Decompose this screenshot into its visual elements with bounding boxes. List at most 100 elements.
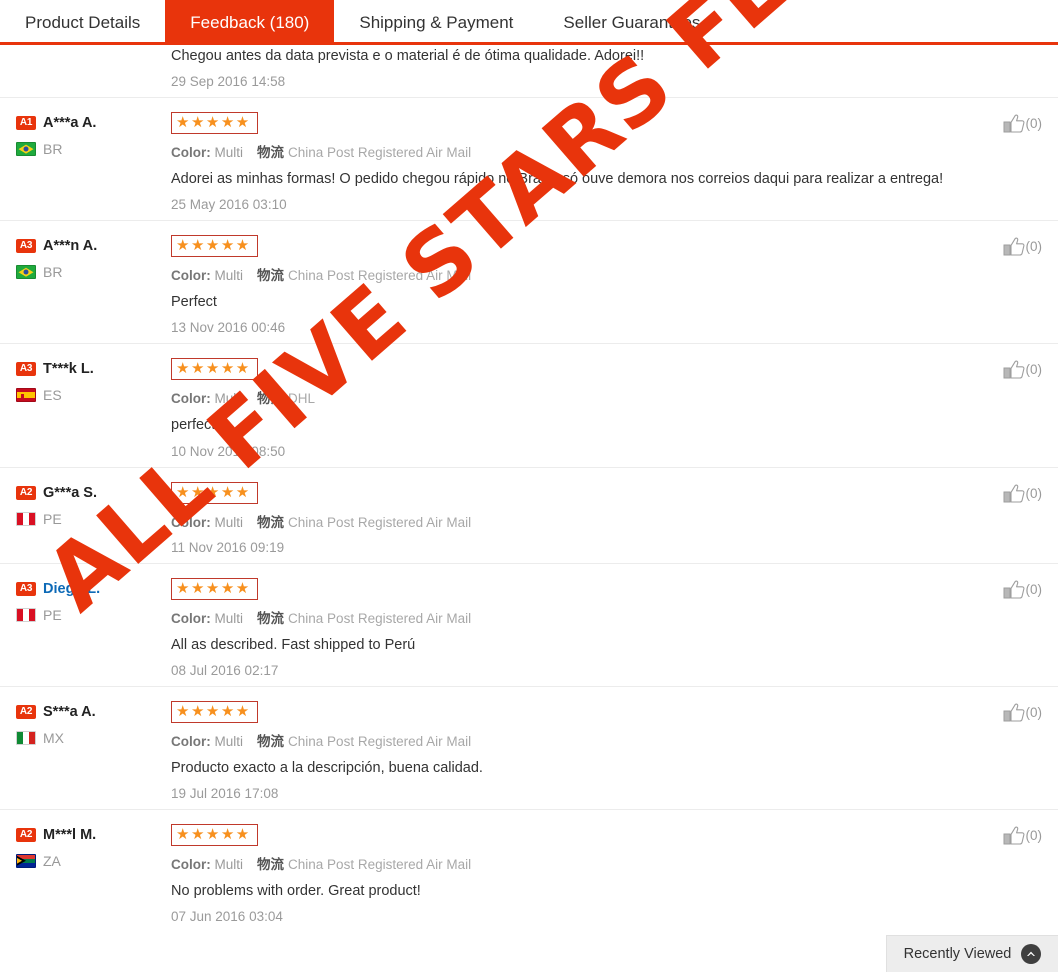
review-user-column: A3 A***n A. BR	[16, 235, 171, 335]
review-date: 07 Jun 2016 03:04	[171, 908, 283, 924]
reviewer-country: PE	[16, 607, 171, 623]
color-label: Color:	[171, 733, 211, 749]
logistics-label: 物流	[257, 856, 285, 873]
review-text: Perfect	[171, 294, 217, 311]
reviewer-country: MX	[16, 730, 171, 746]
recently-viewed-button[interactable]: Recently Viewed	[886, 935, 1058, 972]
tab-feedback-180[interactable]: Feedback (180)	[165, 0, 335, 45]
review-date: 13 Nov 2016 00:46	[171, 320, 286, 336]
review-row: A3 T***k L. ES ★★★★★ Color: Multi 物流 DHL perfec…	[0, 343, 1058, 466]
review-meta: Color: Multi 物流 China Post Registered Air …	[171, 264, 962, 284]
reviewer-name: M***l M.	[43, 826, 97, 843]
review-helpful-column: (0)	[962, 358, 1042, 458]
tab-shipping-payment[interactable]: Shipping & Payment	[334, 0, 538, 45]
review-text: Adorei as minhas formas! O pedido chegou…	[171, 171, 944, 188]
review-row: A2 M***l M. ZA ★★★★★ Color: Multi 物流 China Pos…	[0, 808, 1058, 932]
review-date: 11 Nov 2016 09:19	[171, 539, 285, 555]
rating-stars-box: ★★★★★	[171, 112, 258, 135]
helpful-count: (0)	[1025, 485, 1043, 501]
country-flag-icon	[16, 853, 36, 868]
review-row: A1 A***a A. BR ★★★★★ Color: Multi 物流 China Pos…	[0, 97, 1058, 220]
rating-stars: ★★★★★	[176, 702, 251, 720]
review-content-column: ★★★★★ Color: Multi 物流 China Post Registered…	[171, 235, 962, 335]
country-flag-icon	[16, 511, 36, 526]
helpful-count: (0)	[1025, 239, 1043, 255]
product-tab-bar: Product Details Feedback (180) Shipping & …	[0, 0, 1058, 45]
logistics-label: 物流	[257, 268, 285, 285]
review-helpful-column	[962, 47, 1042, 89]
color-label: Color:	[171, 145, 211, 161]
logistics-value: China Post Registered Air Mail	[288, 610, 472, 626]
review-user-column: A1 A***a A. BR	[16, 112, 171, 212]
review-row: A2 G***a S. PE ★★★★★ Color: Multi 物流 China Pos…	[0, 466, 1058, 563]
logistics-value: China Post Registered Air Mail	[288, 145, 472, 161]
reviewer-level-badge: A2	[16, 485, 36, 500]
review-helpful-column: (0)	[962, 578, 1042, 678]
review-user-column: A2 S***a A. MX	[16, 701, 171, 801]
review-content-column: Chegou antes da data prevista e o materi…	[171, 47, 962, 89]
reviewer-level-badge: A2	[16, 827, 36, 842]
color-label: Color:	[171, 391, 211, 407]
review-meta: Color: Multi 物流 China Post Registered Air …	[171, 607, 962, 627]
color-label: Color:	[171, 514, 211, 530]
review-row: A3 Diego L. PE ★★★★★ Color: Multi 物流 China Pos…	[0, 562, 1058, 686]
reviewer-level-badge: A1	[16, 116, 36, 131]
thumbs-up-icon[interactable]	[1003, 114, 1025, 134]
reviewer-level-badge: A3	[16, 362, 36, 377]
reviewer-identity: A2 G***a S.	[16, 484, 171, 502]
recently-viewed-label: Recently Viewed	[903, 946, 1012, 962]
rating-stars-box: ★★★★★	[171, 481, 258, 504]
chevron-up-icon[interactable]	[1021, 944, 1042, 964]
thumbs-up-icon[interactable]	[1003, 237, 1025, 257]
review-user-column: A2 M***l M. ZA	[16, 824, 171, 924]
country-flag-icon	[16, 388, 36, 403]
logistics-label: 物流	[257, 391, 285, 408]
reviewer-identity: A3 A***n A.	[16, 237, 171, 255]
review-helpful-column: (0)	[962, 701, 1042, 801]
review-date: 08 Jul 2016 02:17	[171, 662, 279, 678]
tab-seller-guarantees[interactable]: Seller Guarantees	[538, 0, 725, 45]
feedback-page: Product Details Feedback (180) Shipping & …	[0, 0, 1058, 972]
thumbs-up-icon[interactable]	[1003, 580, 1025, 600]
rating-stars: ★★★★★	[176, 483, 251, 501]
logistics-label: 物流	[257, 514, 285, 531]
helpful-count: (0)	[1025, 827, 1043, 843]
rating-stars: ★★★★★	[176, 360, 251, 378]
reviewer-identity: A3 T***k L.	[16, 360, 171, 378]
color-value: Multi	[214, 856, 244, 872]
review-row: Chegou antes da data prevista e o materi…	[0, 45, 1058, 97]
logistics-label: 物流	[257, 145, 285, 162]
review-content-column: ★★★★★ Color: Multi 物流 China Post Registered…	[171, 112, 962, 212]
thumbs-up-icon[interactable]	[1003, 360, 1025, 380]
review-content-column: ★★★★★ Color: Multi 物流 China Post Registered…	[171, 823, 962, 924]
color-label: Color:	[171, 268, 211, 284]
reviewer-name: A***n A.	[43, 238, 98, 255]
thumbs-up-icon[interactable]	[1003, 703, 1025, 723]
helpful-count: (0)	[1025, 581, 1043, 597]
reviewer-level-badge: A2	[16, 704, 36, 719]
color-label: Color:	[171, 610, 211, 626]
review-content-column: ★★★★★ Color: Multi 物流 China Post Registered…	[171, 481, 962, 555]
thumbs-up-icon[interactable]	[1003, 826, 1025, 846]
review-user-column: A2 G***a S. PE	[16, 482, 171, 555]
review-user-column	[16, 47, 171, 89]
country-code: ES	[43, 387, 62, 404]
reviewer-country: PE	[16, 511, 171, 527]
review-row: A3 A***n A. BR ★★★★★ Color: Multi 物流 China Pos…	[0, 220, 1058, 343]
helpful-count: (0)	[1025, 362, 1043, 378]
reviewer-identity: A1 A***a A.	[16, 114, 171, 132]
reviewer-level-badge: A3	[16, 581, 36, 596]
review-meta: Color: Multi 物流 China Post Registered Air …	[171, 511, 962, 531]
review-text: Chegou antes da data prevista e o materi…	[171, 48, 645, 64]
rating-stars: ★★★★★	[176, 114, 251, 132]
thumbs-up-icon[interactable]	[1003, 484, 1025, 504]
rating-stars: ★★★★★	[176, 579, 251, 597]
logistics-label: 物流	[257, 610, 285, 627]
helpful-count: (0)	[1025, 704, 1043, 720]
color-value: Multi	[214, 610, 244, 626]
reviewer-name[interactable]: Diego L.	[43, 581, 100, 597]
rating-stars-box: ★★★★★	[171, 700, 258, 723]
review-meta: Color: Multi 物流 China Post Registered Air …	[171, 141, 962, 161]
color-value: Multi	[214, 145, 244, 161]
tab-product-details[interactable]: Product Details	[0, 0, 165, 45]
